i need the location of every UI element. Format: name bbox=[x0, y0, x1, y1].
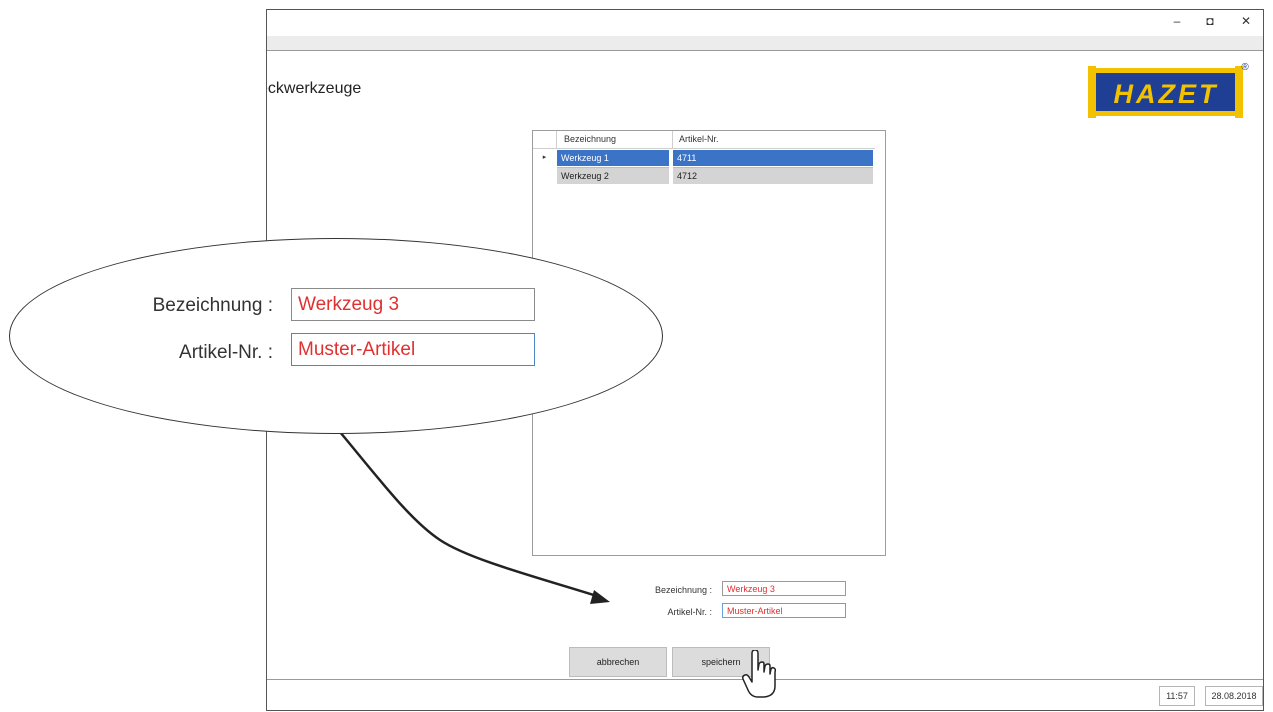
svg-text:®: ® bbox=[1241, 62, 1249, 73]
form-title: eckwerkzeuge bbox=[266, 80, 362, 97]
cell-artikel-nr[interactable]: 4711 bbox=[673, 150, 873, 166]
bezeichnung-label: Bezeichnung : bbox=[654, 585, 712, 595]
callout-artikel-nr-field: Muster-Artikel bbox=[291, 333, 535, 366]
grid-header: Bezeichnung Artikel-Nr. bbox=[533, 131, 875, 149]
hazet-logo: HAZET ® bbox=[1088, 62, 1249, 118]
artikel-nr-label: Artikel-Nr. : bbox=[667, 607, 712, 617]
grid-corner-cell bbox=[533, 131, 557, 149]
table-row[interactable]: ▸ Werkzeug 1 4711 bbox=[533, 150, 873, 166]
toolbar bbox=[267, 36, 1263, 51]
cell-artikel-nr[interactable]: 4712 bbox=[673, 167, 873, 184]
title-bar: – ◘ ✕ bbox=[267, 10, 1263, 36]
zoom-callout: Bezeichnung : Werkzeug 3 Artikel-Nr. : M… bbox=[9, 238, 663, 434]
artikel-nr-input[interactable]: Muster-Artikel bbox=[722, 603, 846, 618]
cancel-button[interactable]: abbrechen bbox=[569, 647, 667, 677]
bezeichnung-input[interactable]: Werkzeug 3 bbox=[722, 581, 846, 596]
callout-artikel-nr-label: Artikel-Nr. : bbox=[179, 342, 273, 363]
table-row[interactable]: Werkzeug 2 4712 bbox=[533, 167, 873, 184]
maximize-button[interactable]: ◘ bbox=[1197, 12, 1223, 30]
close-button[interactable]: ✕ bbox=[1233, 12, 1259, 30]
minimize-button[interactable]: – bbox=[1164, 12, 1190, 30]
callout-bezeichnung-label: Bezeichnung : bbox=[152, 295, 273, 316]
hand-cursor-icon bbox=[742, 650, 776, 698]
column-header-artikel-nr[interactable]: Artikel-Nr. bbox=[673, 131, 875, 149]
row-selector bbox=[533, 167, 556, 183]
column-header-bezeichnung[interactable]: Bezeichnung bbox=[557, 131, 673, 149]
cell-bezeichnung[interactable]: Werkzeug 2 bbox=[557, 167, 669, 184]
row-selector-icon: ▸ bbox=[542, 154, 547, 161]
status-time: 11:57 bbox=[1159, 686, 1195, 706]
status-date: 28.08.2018 bbox=[1205, 686, 1263, 706]
svg-text:HAZET: HAZET bbox=[1114, 79, 1219, 109]
callout-bezeichnung-field: Werkzeug 3 bbox=[291, 288, 535, 321]
cell-bezeichnung[interactable]: Werkzeug 1 bbox=[557, 150, 669, 166]
